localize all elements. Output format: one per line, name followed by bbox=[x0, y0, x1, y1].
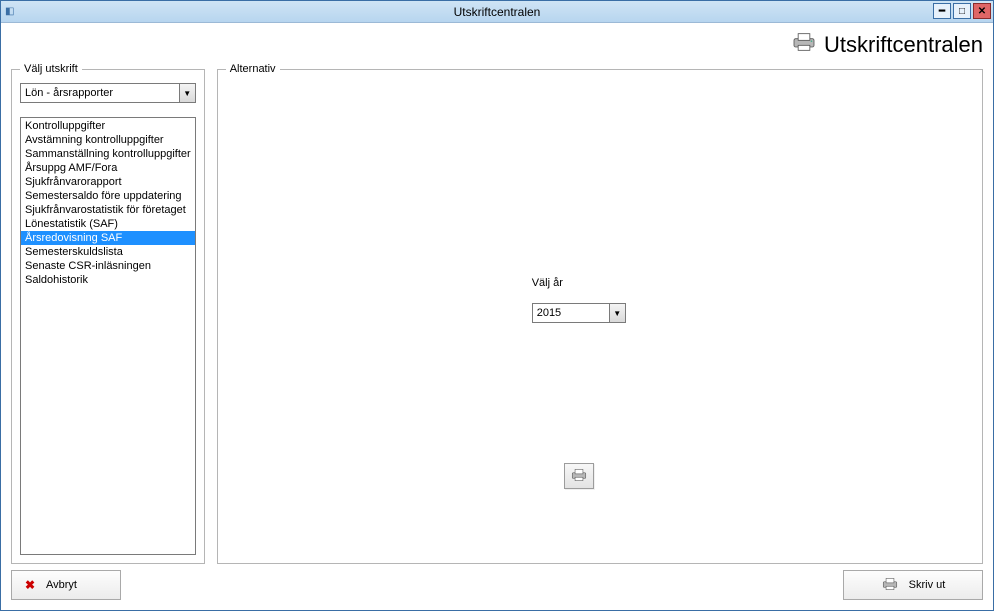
year-select-value: 2015 bbox=[533, 307, 609, 319]
header: Utskriftcentralen bbox=[11, 29, 983, 61]
list-item[interactable]: Årsuppg AMF/Fora bbox=[21, 161, 195, 175]
close-button[interactable]: ✕ bbox=[973, 3, 991, 19]
titlebar: ◧ Utskriftcentralen ━ □ ✕ bbox=[1, 1, 993, 23]
minimize-button[interactable]: ━ bbox=[933, 3, 951, 19]
category-select[interactable]: Lön - årsrapporter ▼ bbox=[20, 83, 196, 103]
list-item[interactable]: Kontrolluppgifter bbox=[21, 119, 195, 133]
select-print-legend: Välj utskrift bbox=[20, 63, 82, 75]
list-item[interactable]: Sjukfrånvarorapport bbox=[21, 175, 195, 189]
print-button[interactable]: Skriv ut bbox=[843, 570, 983, 600]
printer-icon bbox=[570, 468, 588, 485]
list-item[interactable]: Lönestatistik (SAF) bbox=[21, 217, 195, 231]
select-print-group: Välj utskrift Lön - årsrapporter ▼ Kontr… bbox=[11, 63, 205, 564]
preview-button[interactable] bbox=[564, 463, 594, 489]
list-item[interactable]: Sammanställning kontrolluppgifter bbox=[21, 147, 195, 161]
year-select[interactable]: 2015 ▼ bbox=[532, 303, 626, 323]
category-select-value: Lön - årsrapporter bbox=[21, 87, 179, 99]
list-item[interactable]: Semesterskuldslista bbox=[21, 245, 195, 259]
options-area: Välj år 2015 ▼ bbox=[226, 83, 974, 555]
chevron-down-icon: ▼ bbox=[179, 84, 195, 102]
printer-icon bbox=[881, 577, 899, 594]
cancel-button[interactable]: ✖ Avbryt bbox=[11, 570, 121, 600]
options-group: Alternativ Välj år 2015 ▼ bbox=[217, 63, 983, 564]
list-item[interactable]: Sjukfrånvarostatistik för företaget bbox=[21, 203, 195, 217]
printer-icon bbox=[790, 32, 818, 58]
list-item[interactable]: Avstämning kontrolluppgifter bbox=[21, 133, 195, 147]
app-window: ◧ Utskriftcentralen ━ □ ✕ Utskriftcentra… bbox=[0, 0, 994, 611]
options-legend: Alternativ bbox=[226, 63, 280, 75]
list-item[interactable]: Senaste CSR-inläsningen bbox=[21, 259, 195, 273]
page-title: Utskriftcentralen bbox=[790, 32, 983, 58]
chevron-down-icon: ▼ bbox=[609, 304, 625, 322]
list-item[interactable]: Semestersaldo före uppdatering bbox=[21, 189, 195, 203]
report-list[interactable]: KontrolluppgifterAvstämning kontrolluppg… bbox=[20, 117, 196, 555]
maximize-button[interactable]: □ bbox=[953, 3, 971, 19]
app-icon: ◧ bbox=[5, 6, 14, 17]
cancel-icon: ✖ bbox=[24, 579, 36, 591]
print-label: Skriv ut bbox=[909, 579, 946, 591]
client-area: Utskriftcentralen Välj utskrift Lön - år… bbox=[1, 23, 993, 610]
page-title-text: Utskriftcentralen bbox=[824, 32, 983, 58]
body: Välj utskrift Lön - årsrapporter ▼ Kontr… bbox=[11, 63, 983, 564]
cancel-label: Avbryt bbox=[46, 579, 77, 591]
footer: ✖ Avbryt Skriv ut bbox=[11, 570, 983, 602]
window-title: Utskriftcentralen bbox=[1, 5, 993, 19]
list-item[interactable]: Saldohistorik bbox=[21, 273, 195, 287]
year-label: Välj år bbox=[532, 277, 563, 289]
window-controls: ━ □ ✕ bbox=[933, 3, 991, 19]
list-item[interactable]: Årsredovisning SAF bbox=[21, 231, 195, 245]
